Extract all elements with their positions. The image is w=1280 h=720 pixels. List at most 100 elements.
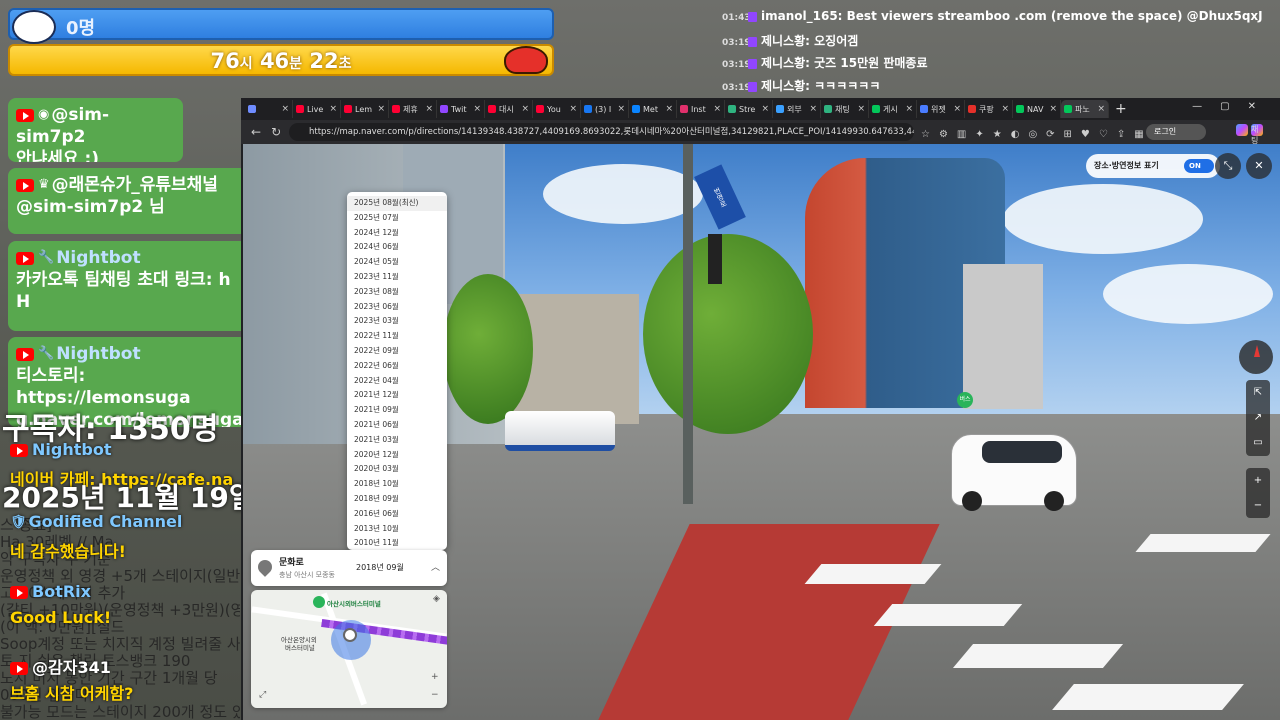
date-option[interactable]: 2025년 07월 bbox=[347, 211, 447, 226]
date-option[interactable]: 2025년 08월(최신) bbox=[347, 196, 447, 211]
feedback-icon[interactable]: ▭ bbox=[1253, 437, 1262, 448]
date-option[interactable]: 2020년 03월 bbox=[347, 462, 447, 477]
layers-icon[interactable]: ◈ bbox=[433, 594, 440, 604]
date-option[interactable]: 2022년 06월 bbox=[347, 359, 447, 374]
browser-tab[interactable]: (3) I × bbox=[581, 100, 629, 118]
current-position-marker[interactable] bbox=[343, 628, 357, 642]
tool-panel[interactable]: ⇱ ↗ ▭ bbox=[1246, 380, 1270, 456]
browser-tab[interactable]: Stre × bbox=[725, 100, 773, 118]
bus-terminal-marker[interactable] bbox=[313, 596, 325, 608]
chat-text: 제니스황: 굿즈 15만원 판매종료 bbox=[761, 56, 928, 70]
close-icon[interactable]: × bbox=[809, 104, 817, 114]
close-icon[interactable]: × bbox=[1001, 104, 1009, 114]
selected-date[interactable]: 2018년 09월 bbox=[356, 562, 404, 573]
browser-tab[interactable]: Twit × bbox=[437, 100, 485, 118]
bus-stop-marker[interactable]: 버스 bbox=[957, 392, 973, 408]
date-option[interactable]: 2023년 06월 bbox=[347, 300, 447, 315]
close-icon[interactable]: × bbox=[713, 104, 721, 114]
date-option[interactable]: 2024년 12월 bbox=[347, 226, 447, 241]
date-option[interactable]: 2013년 10월 bbox=[347, 522, 447, 537]
measure-icon[interactable]: ⇱ bbox=[1254, 387, 1262, 398]
date-option[interactable]: 2023년 08월 bbox=[347, 285, 447, 300]
share-icon[interactable]: ↗ bbox=[1254, 412, 1262, 423]
new-tab-button[interactable]: + bbox=[1115, 101, 1127, 117]
date-option[interactable]: 2021년 03월 bbox=[347, 433, 447, 448]
zoom-in-icon[interactable]: + bbox=[431, 672, 439, 682]
date-option[interactable]: 2023년 11월 bbox=[347, 270, 447, 285]
browser-tab[interactable]: 게시 × bbox=[869, 100, 917, 118]
date-option[interactable]: 2018년 09월 bbox=[347, 492, 447, 507]
browser-tab[interactable]: Live × bbox=[293, 100, 341, 118]
compass-icon[interactable] bbox=[1239, 340, 1273, 374]
date-option[interactable]: 2020년 12월 bbox=[347, 448, 447, 463]
window-controls[interactable]: —▢✕ bbox=[1192, 101, 1274, 112]
profile-button[interactable]: 로그인 bbox=[1146, 124, 1206, 140]
date-option[interactable]: 2023년 03월 bbox=[347, 314, 447, 329]
browser-tab[interactable]: Lem × bbox=[341, 100, 389, 118]
browser-tab[interactable]: Inst × bbox=[677, 100, 725, 118]
minimap[interactable]: 아산시외버스터미널 아산온양시외 버스터미널 ⤢ + − ◈ bbox=[251, 590, 447, 708]
toggle-switch[interactable]: ON bbox=[1184, 159, 1214, 173]
zoom-out-icon[interactable]: − bbox=[431, 690, 439, 700]
date-option[interactable]: 2022년 09월 bbox=[347, 344, 447, 359]
tab-label: Twit bbox=[451, 104, 467, 114]
browser-tab[interactable]: × bbox=[245, 100, 293, 118]
copilot-button[interactable]: 채팅 bbox=[1236, 124, 1266, 145]
location-card[interactable]: 문화로 충남 아산시 모종동 2018년 09월 ︿ bbox=[251, 550, 447, 586]
capture-date-dropdown[interactable]: 2025년 08월(최신) 2025년 07월 2024년 12월 2024년 … bbox=[347, 192, 447, 550]
close-icon[interactable]: × bbox=[425, 104, 433, 114]
browser-tab[interactable]: 위젯 × bbox=[917, 100, 965, 118]
browser-tab[interactable]: 대시 × bbox=[485, 100, 533, 118]
close-icon[interactable]: × bbox=[473, 104, 481, 114]
close-icon[interactable]: × bbox=[617, 104, 625, 114]
browser-tab[interactable]: You × bbox=[533, 100, 581, 118]
browser-tab[interactable]: 외부 × bbox=[773, 100, 821, 118]
date-option[interactable]: 2024년 05월 bbox=[347, 255, 447, 270]
zoom-out-icon[interactable]: − bbox=[1254, 500, 1262, 511]
browser-tab[interactable]: 쿠팡 × bbox=[965, 100, 1013, 118]
chevron-up-icon[interactable]: ︿ bbox=[431, 560, 440, 573]
date-option[interactable]: 2018년 10월 bbox=[347, 477, 447, 492]
browser-tab-active[interactable]: 파노 × bbox=[1061, 100, 1109, 118]
date-option[interactable]: 2021년 12월 bbox=[347, 388, 447, 403]
close-icon[interactable]: × bbox=[1097, 104, 1105, 114]
close-icon[interactable]: ✕ bbox=[1246, 153, 1272, 179]
close-icon[interactable]: × bbox=[761, 104, 769, 114]
extension-icons[interactable]: ☆⚙▥✦★◐◎⟳⊞♥♡⇪▦⤴ bbox=[921, 125, 1172, 140]
date-option[interactable]: 2016년 06월 bbox=[347, 507, 447, 522]
expand-icon[interactable]: ⤢ bbox=[259, 690, 266, 700]
reload-icon[interactable]: ↻ bbox=[271, 125, 281, 139]
date-option[interactable]: 2021년 06월 bbox=[347, 418, 447, 433]
url-field[interactable]: https://map.naver.com/p/directions/14139… bbox=[289, 123, 914, 141]
close-icon[interactable]: × bbox=[905, 104, 913, 114]
chat-time: 01:43 bbox=[722, 13, 751, 23]
close-icon[interactable]: × bbox=[281, 104, 289, 114]
godified-message: 네 감수했습니다! bbox=[10, 542, 126, 561]
street-view-panorama[interactable]: 번영로 버스 장소·방연정보 표기 ON ⤡ ✕ ⇱ ↗ ▭ + − 2025년… bbox=[243, 144, 1280, 720]
close-icon[interactable]: × bbox=[521, 104, 529, 114]
date-option[interactable]: 2024년 06월 bbox=[347, 240, 447, 255]
close-icon[interactable]: × bbox=[1049, 104, 1057, 114]
date-option[interactable]: 2022년 11월 bbox=[347, 329, 447, 344]
timer-hours-unit: 시 bbox=[239, 56, 253, 72]
close-icon[interactable]: × bbox=[377, 104, 385, 114]
back-icon[interactable]: ← bbox=[251, 125, 261, 139]
close-icon[interactable]: × bbox=[329, 104, 337, 114]
chat-message: 티스토리: https://lemonsuga bbox=[16, 366, 191, 408]
close-icon[interactable]: × bbox=[953, 104, 961, 114]
browser-tab[interactable]: 제휴 × bbox=[389, 100, 437, 118]
timer-seconds: 22 bbox=[309, 49, 339, 73]
date-option[interactable]: 2010년 11월 bbox=[347, 536, 447, 550]
close-icon[interactable]: × bbox=[665, 104, 673, 114]
place-info-toggle[interactable]: 장소·방연정보 표기 ON bbox=[1086, 154, 1220, 178]
close-icon[interactable]: × bbox=[569, 104, 577, 114]
close-icon[interactable]: × bbox=[857, 104, 865, 114]
zoom-panel[interactable]: + − bbox=[1246, 468, 1270, 518]
zoom-in-icon[interactable]: + bbox=[1254, 475, 1262, 486]
browser-tab[interactable]: Met × bbox=[629, 100, 677, 118]
browser-tab[interactable]: NAV × bbox=[1013, 100, 1061, 118]
date-option[interactable]: 2022년 04월 bbox=[347, 374, 447, 389]
collapse-icon[interactable]: ⤡ bbox=[1215, 153, 1241, 179]
date-option[interactable]: 2021년 09월 bbox=[347, 403, 447, 418]
browser-tab[interactable]: 채팅 × bbox=[821, 100, 869, 118]
